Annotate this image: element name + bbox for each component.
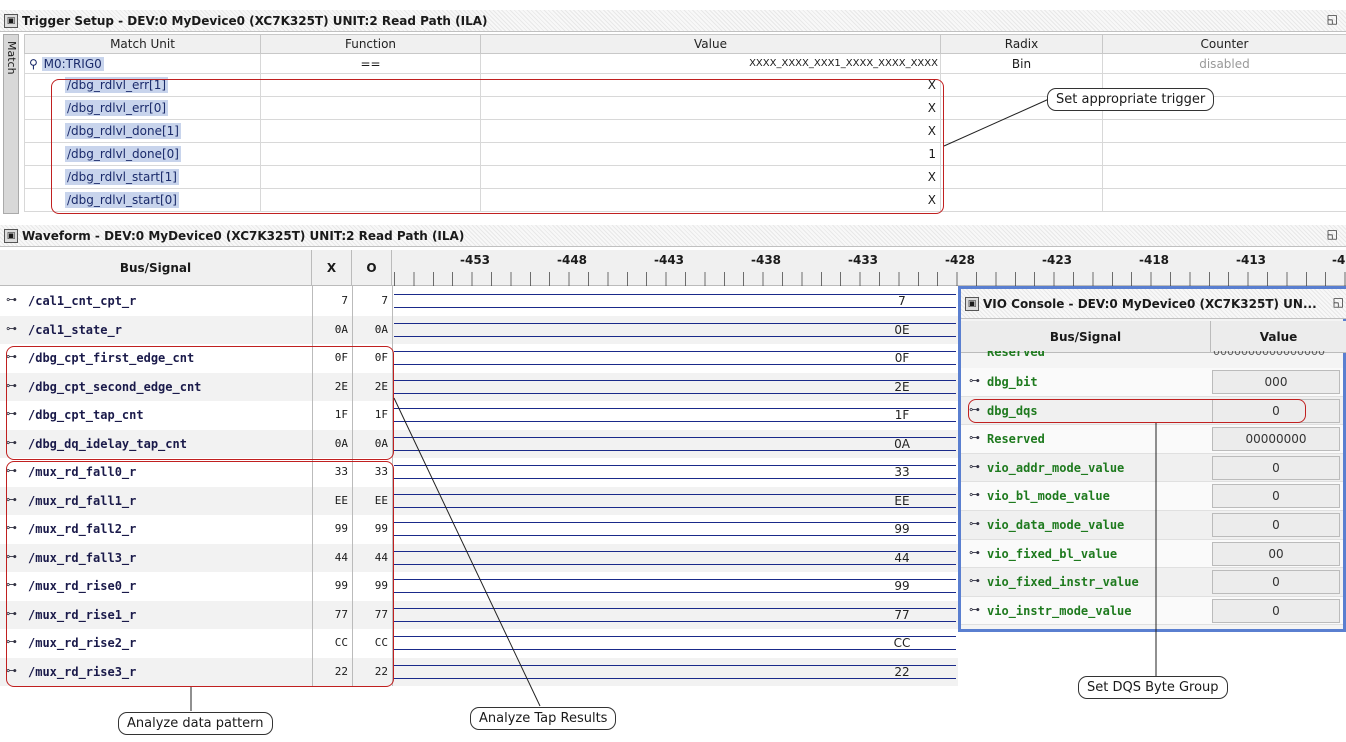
trigger-leader-line	[943, 98, 1050, 147]
tap-leader-line	[393, 397, 541, 707]
data-pattern-callout: Analyze data pattern	[118, 712, 273, 735]
trigger-callout: Set appropriate trigger	[1047, 88, 1215, 111]
dqs-callout: Set DQS Byte Group	[1078, 676, 1228, 699]
leader-lines	[190, 98, 1157, 711]
tap-results-callout: Analyze Tap Results	[470, 707, 617, 730]
